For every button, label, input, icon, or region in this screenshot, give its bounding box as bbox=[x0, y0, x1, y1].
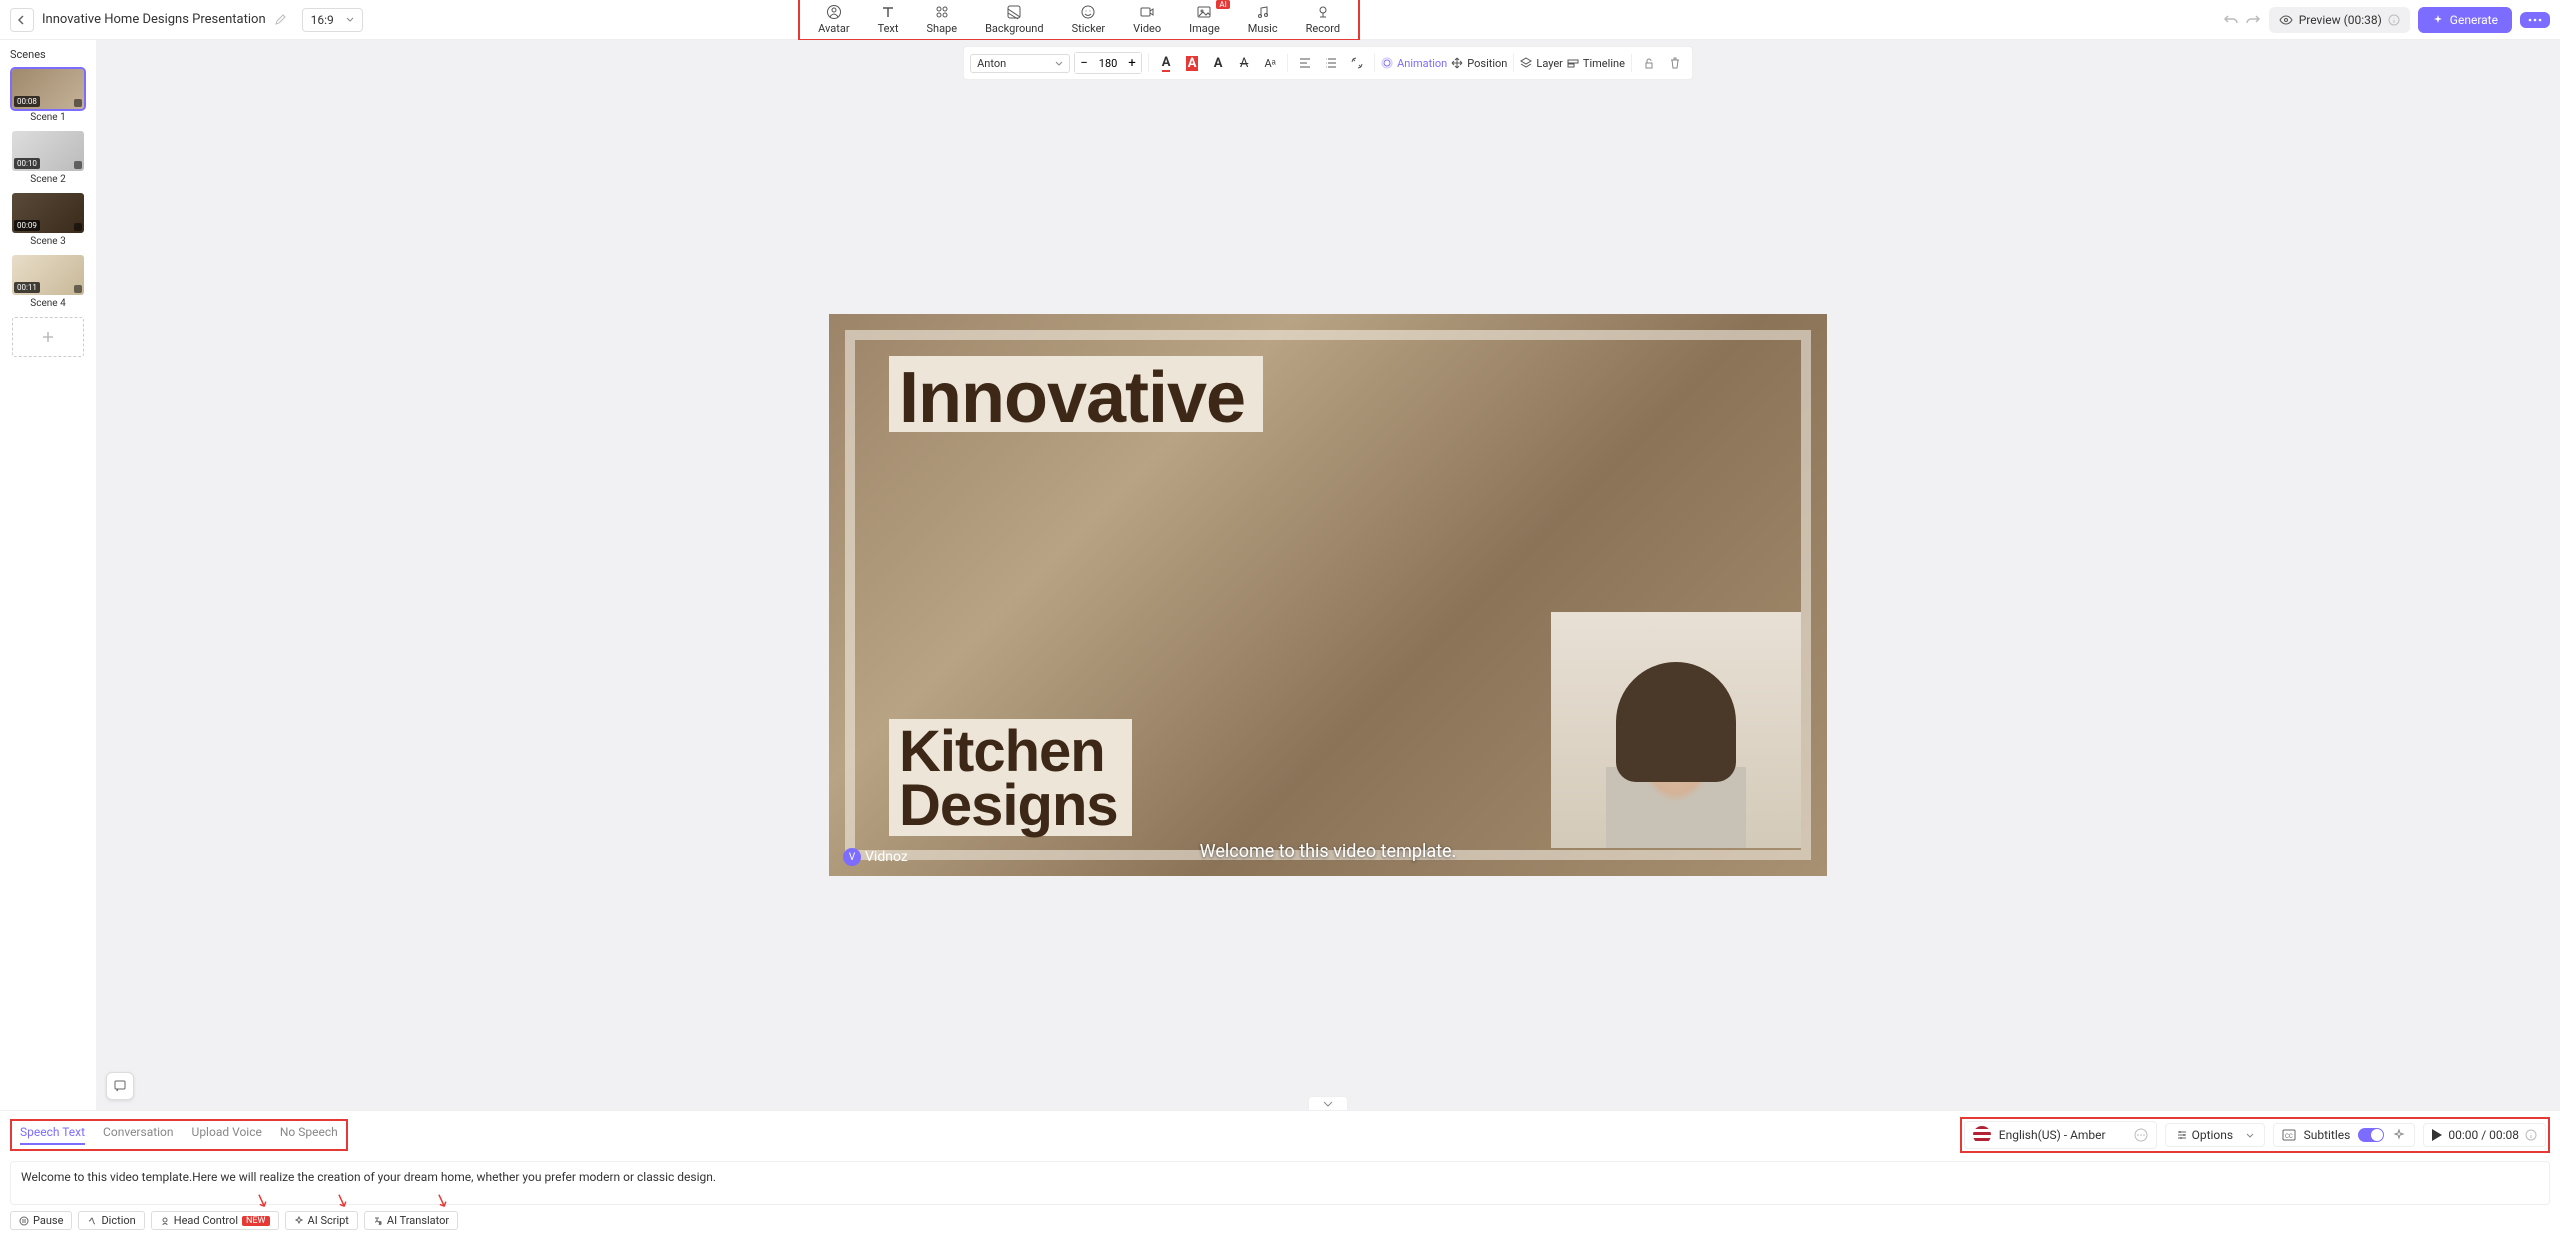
title-block-1[interactable]: Innovative bbox=[889, 356, 1263, 432]
speech-text-input[interactable]: Welcome to this video template.Here we w… bbox=[10, 1161, 2550, 1205]
delete-button[interactable] bbox=[1664, 52, 1686, 74]
background-tool[interactable]: Background bbox=[971, 2, 1057, 37]
svg-text:CC: CC bbox=[2285, 1133, 2293, 1140]
subtitles-toggle[interactable] bbox=[2358, 1128, 2384, 1142]
sticker-tool[interactable]: Sticker bbox=[1058, 2, 1120, 37]
sparkle-icon bbox=[2432, 14, 2444, 26]
bold-button[interactable]: A bbox=[1207, 52, 1229, 74]
head-control-chip[interactable]: ↘ Head Control NEW bbox=[151, 1211, 279, 1230]
voice-more-icon bbox=[2134, 1128, 2148, 1142]
font-size-input[interactable] bbox=[1093, 57, 1123, 70]
size-increase[interactable]: + bbox=[1123, 53, 1141, 73]
sticker-icon bbox=[1080, 4, 1096, 20]
strike-button[interactable]: A bbox=[1233, 52, 1255, 74]
eye-icon bbox=[2279, 13, 2293, 27]
time-display: 00:00 / 00:08 bbox=[2448, 1128, 2519, 1142]
play-button[interactable] bbox=[2432, 1129, 2442, 1141]
text-toolbar: Anton − + A A A A Aᵃ bbox=[963, 46, 1693, 80]
vidnoz-logo: VVidnoz bbox=[843, 848, 908, 866]
list-button[interactable] bbox=[1320, 52, 1342, 74]
flag-us-icon bbox=[1973, 1126, 1991, 1144]
text-icon bbox=[880, 4, 896, 20]
lock-button[interactable] bbox=[1638, 52, 1660, 74]
voice-select[interactable]: English(US) - Amber bbox=[1964, 1121, 2157, 1149]
ai-translator-chip[interactable]: ↘ AI Translator bbox=[364, 1211, 458, 1230]
font-select[interactable]: Anton bbox=[970, 54, 1070, 73]
sparkle-icon[interactable] bbox=[2392, 1128, 2406, 1142]
image-tool[interactable]: AI Image bbox=[1175, 2, 1234, 37]
ai-script-chip[interactable]: ↘ AI Script bbox=[285, 1211, 358, 1230]
speech-tabs: Speech Text Conversation Upload Voice No… bbox=[10, 1119, 348, 1151]
text-color-button[interactable]: A bbox=[1155, 52, 1177, 74]
scene-thumb-4[interactable]: 00:11 Scene 4 bbox=[12, 255, 84, 309]
scene-thumb-1[interactable]: 00:08 Scene 1 bbox=[12, 69, 84, 123]
scenes-panel: Scenes 00:08 Scene 1 00:10 Scene 2 00:09… bbox=[0, 40, 96, 1110]
canvas[interactable]: Innovative Kitchen Designs Welcome to th… bbox=[829, 314, 1827, 876]
undo-button[interactable] bbox=[2223, 13, 2239, 27]
video-tool[interactable]: Video bbox=[1119, 2, 1175, 37]
text-tool[interactable]: Text bbox=[864, 2, 913, 37]
font-size-group: − + bbox=[1074, 52, 1142, 74]
align-button[interactable] bbox=[1294, 52, 1316, 74]
project-title: Innovative Home Designs Presentation bbox=[42, 12, 266, 27]
tab-speech-text[interactable]: Speech Text bbox=[20, 1125, 85, 1145]
shape-icon bbox=[934, 4, 950, 20]
scenes-title: Scenes bbox=[10, 48, 46, 61]
top-tools-group: Avatar Text Shape Background Sticker Vid… bbox=[798, 0, 1360, 41]
music-tool[interactable]: Music bbox=[1234, 2, 1292, 37]
edit-title-icon[interactable] bbox=[274, 14, 286, 26]
position-button[interactable]: Position bbox=[1451, 57, 1507, 70]
diction-chip[interactable]: Diction bbox=[78, 1211, 144, 1230]
feedback-button[interactable] bbox=[106, 1072, 134, 1100]
more-button[interactable] bbox=[2520, 12, 2550, 28]
tab-no-speech[interactable]: No Speech bbox=[280, 1125, 338, 1145]
case-button[interactable]: Aᵃ bbox=[1259, 52, 1281, 74]
collapse-panel-button[interactable] bbox=[1308, 1096, 1348, 1110]
size-decrease[interactable]: − bbox=[1075, 53, 1093, 73]
preview-button[interactable]: Preview (00:38) bbox=[2269, 7, 2410, 33]
subtitles-box: CC Subtitles bbox=[2273, 1123, 2416, 1147]
highlight-button[interactable]: A bbox=[1181, 52, 1203, 74]
tab-conversation[interactable]: Conversation bbox=[103, 1125, 173, 1145]
record-icon bbox=[1315, 4, 1331, 20]
image-icon bbox=[1196, 4, 1212, 20]
back-button[interactable] bbox=[10, 8, 34, 32]
caption-text[interactable]: Welcome to this video template. bbox=[1200, 841, 1457, 862]
aspect-ratio-select[interactable]: 16:9 bbox=[302, 8, 363, 32]
cc-icon: CC bbox=[2282, 1129, 2296, 1141]
ai-badge: AI bbox=[1216, 0, 1229, 9]
avatar-tool[interactable]: Avatar bbox=[804, 2, 863, 37]
music-icon bbox=[1255, 4, 1271, 20]
animation-button[interactable]: Animation bbox=[1381, 57, 1447, 70]
scene-thumb-2[interactable]: 00:10 Scene 2 bbox=[12, 131, 84, 185]
generate-button[interactable]: Generate bbox=[2418, 7, 2512, 33]
playback-box: 00:00 / 00:08 bbox=[2423, 1123, 2546, 1147]
options-select[interactable]: Options bbox=[2165, 1123, 2265, 1147]
ratio-value: 16:9 bbox=[311, 13, 334, 27]
record-tool[interactable]: Record bbox=[1292, 2, 1354, 37]
background-icon bbox=[1006, 4, 1022, 20]
add-scene-button[interactable] bbox=[12, 317, 84, 357]
info-icon bbox=[2525, 1129, 2537, 1141]
scene-thumb-3[interactable]: 00:09 Scene 3 bbox=[12, 193, 84, 247]
video-icon bbox=[1139, 4, 1155, 20]
redo-button[interactable] bbox=[2245, 13, 2261, 27]
pause-chip[interactable]: Pause bbox=[10, 1211, 72, 1230]
layer-button[interactable]: Layer bbox=[1520, 57, 1563, 70]
info-icon bbox=[2388, 14, 2400, 26]
sliders-icon bbox=[2176, 1129, 2188, 1141]
tab-upload-voice[interactable]: Upload Voice bbox=[192, 1125, 262, 1145]
spacing-button[interactable] bbox=[1346, 52, 1368, 74]
title-block-2[interactable]: Kitchen Designs bbox=[889, 719, 1132, 836]
timeline-button[interactable]: Timeline bbox=[1567, 57, 1625, 70]
shape-tool[interactable]: Shape bbox=[912, 2, 971, 37]
avatar-preview[interactable] bbox=[1551, 612, 1801, 848]
avatar-icon bbox=[826, 4, 842, 20]
